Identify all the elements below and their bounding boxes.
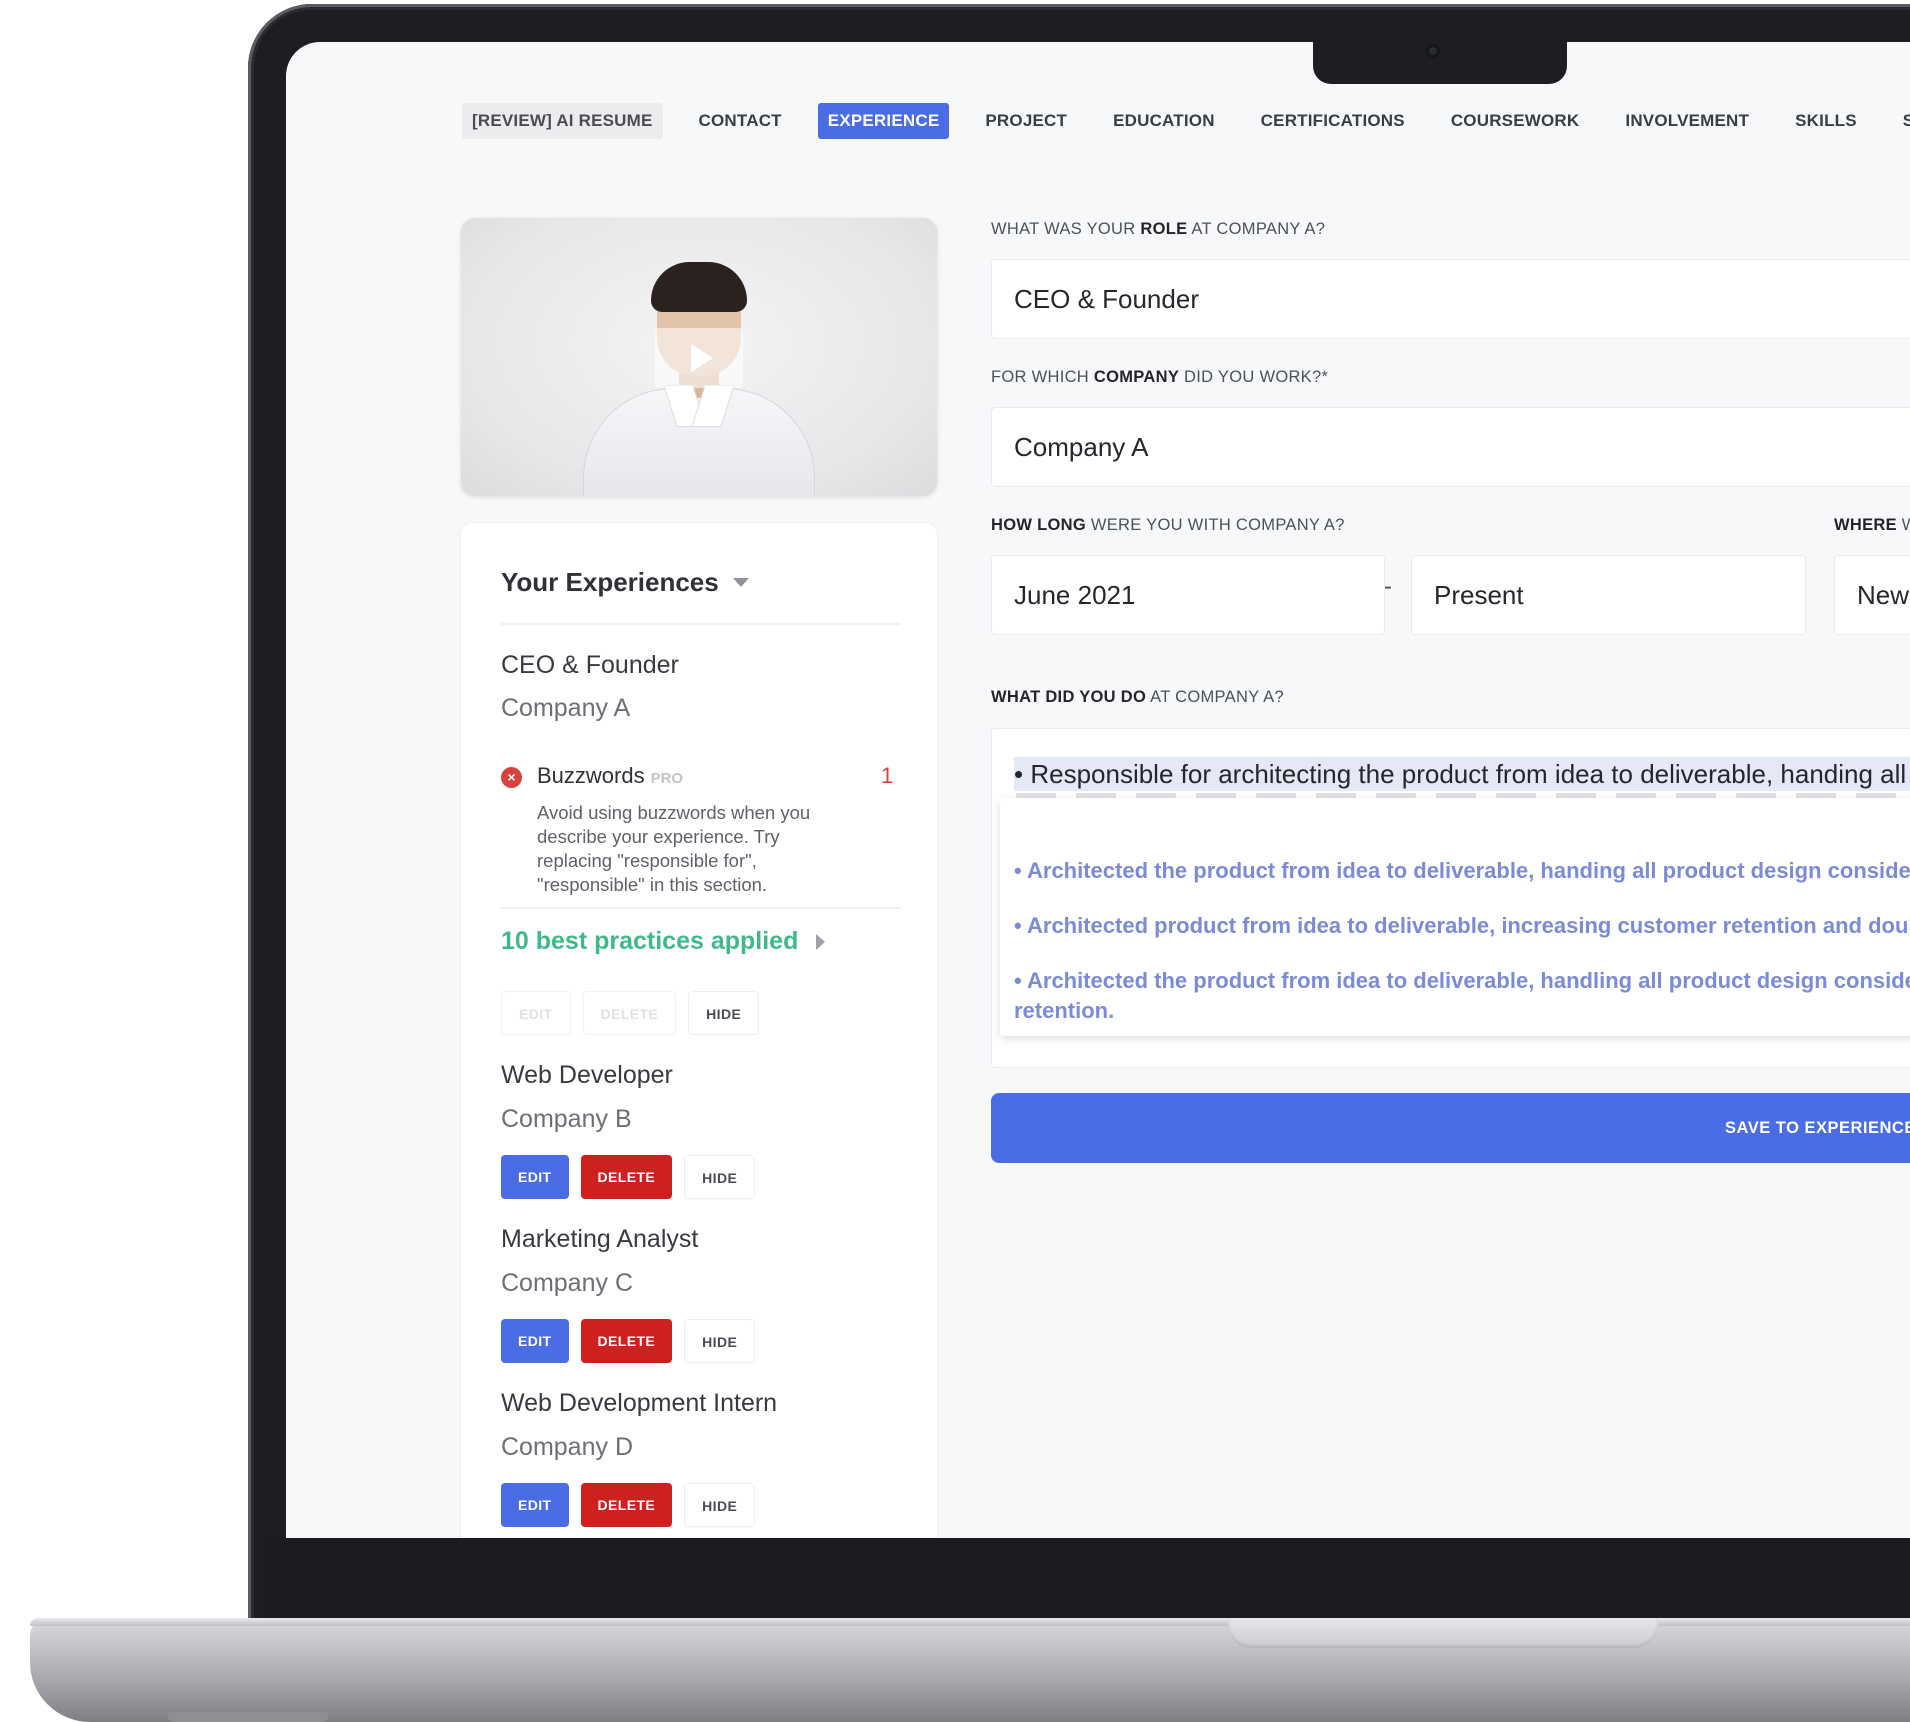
nav-tab-summary[interactable]: SUMMARY: [1893, 103, 1910, 139]
experiences-panel: Your Experiences CEO & Founder Company A…: [461, 523, 937, 1538]
company-label: FOR WHICH COMPANY DID YOU WORK?*: [991, 368, 1329, 386]
suggestion-option[interactable]: • Architected product from idea to deliv…: [1014, 911, 1910, 941]
experience-actions: EDIT DELETE HIDE: [501, 1155, 756, 1199]
laptop-foot: [168, 1712, 328, 1722]
location-input[interactable]: New: [1834, 555, 1910, 635]
suggestion-option[interactable]: • Architected the product from idea to d…: [1014, 856, 1910, 886]
location-label: WHERE W: [1834, 516, 1910, 534]
chevron-right-icon: [816, 933, 826, 950]
experience-title[interactable]: CEO & Founder: [501, 651, 679, 680]
edit-button[interactable]: EDIT: [501, 991, 571, 1035]
delete-button[interactable]: DELETE: [580, 1319, 673, 1363]
role-input[interactable]: CEO & Founder: [991, 259, 1910, 339]
presenter-hair: [651, 262, 747, 312]
best-practices-label: 10 best practices applied: [501, 927, 799, 955]
delete-button[interactable]: DELETE: [580, 1483, 673, 1527]
laptop-bezel: [262, 1538, 1910, 1618]
description-text: • Responsible for architecting the produ…: [1014, 759, 1910, 789]
suggestion-option[interactable]: • Architected the product from idea to d…: [1014, 966, 1910, 996]
buzzwords-title: Buzzwords: [537, 763, 645, 788]
company-input[interactable]: Company A: [991, 407, 1910, 487]
edit-button[interactable]: EDIT: [501, 1319, 569, 1363]
best-practices-toggle[interactable]: 10 best practices applied: [501, 927, 826, 956]
camera-icon: [1426, 44, 1440, 58]
experiences-header: Your Experiences: [501, 567, 719, 597]
play-icon: [691, 344, 713, 372]
experience-actions: EDIT DELETE HIDE: [501, 991, 760, 1035]
experience-company: Company C: [501, 1269, 633, 1297]
experiences-dropdown[interactable]: Your Experiences: [501, 567, 749, 598]
tutorial-video[interactable]: [461, 218, 937, 496]
experience-company: Company B: [501, 1105, 632, 1133]
suggestion-option-continued[interactable]: retention.: [1014, 996, 1114, 1026]
nav-tab-review[interactable]: [REVIEW] AI RESUME: [462, 103, 663, 139]
buzzwords-count: 1: [881, 763, 894, 788]
buzzwords-description: Avoid using buzzwords when you describe …: [537, 802, 811, 895]
nav-tab-skills[interactable]: SKILLS: [1785, 103, 1867, 139]
experience-company: Company D: [501, 1433, 633, 1461]
section-nav: [REVIEW] AI RESUME CONTACT EXPERIENCE PR…: [462, 103, 1910, 139]
error-icon: ×: [501, 767, 522, 788]
role-label: WHAT WAS YOUR ROLE AT COMPANY A?: [991, 220, 1326, 238]
nav-tab-experience[interactable]: EXPERIENCE: [817, 103, 950, 139]
nav-tab-coursework[interactable]: COURSEWORK: [1441, 103, 1590, 139]
nav-tab-project[interactable]: PROJECT: [975, 103, 1077, 139]
nav-tab-involvement[interactable]: INVOLVEMENT: [1615, 103, 1759, 139]
edit-button[interactable]: EDIT: [501, 1483, 569, 1527]
divider: [501, 907, 901, 909]
date-separator: -: [1384, 573, 1392, 600]
hide-button[interactable]: HIDE: [688, 991, 760, 1035]
end-date-input[interactable]: Present: [1411, 555, 1806, 635]
edit-button[interactable]: EDIT: [501, 1155, 569, 1199]
experience-actions: EDIT DELETE HIDE: [501, 1319, 756, 1363]
experience-title[interactable]: Web Development Intern: [501, 1389, 777, 1418]
laptop-opening-notch: [1228, 1618, 1658, 1648]
nav-tab-education[interactable]: EDUCATION: [1103, 103, 1225, 139]
start-date-input[interactable]: June 2021: [991, 555, 1385, 635]
experience-title[interactable]: Marketing Analyst: [501, 1225, 698, 1254]
camera-notch: [1313, 38, 1567, 84]
pro-badge: PRO: [650, 770, 684, 787]
experience-company: Company A: [501, 694, 631, 722]
buzzwords-check[interactable]: Buzzwords PRO: [537, 763, 683, 789]
save-experience-button[interactable]: SAVE TO EXPERIENCE I: [991, 1093, 1910, 1163]
description-label: WHAT DID YOU DO AT COMPANY A?: [991, 688, 1284, 706]
hide-button[interactable]: HIDE: [684, 1483, 756, 1527]
app-screen: [REVIEW] AI RESUME CONTACT EXPERIENCE PR…: [286, 42, 1910, 1538]
nav-tab-certifications[interactable]: CERTIFICATIONS: [1251, 103, 1415, 139]
experience-actions: EDIT DELETE HIDE: [501, 1483, 756, 1527]
hide-button[interactable]: HIDE: [684, 1155, 756, 1199]
delete-button[interactable]: DELETE: [582, 991, 677, 1035]
ai-suggestions-popover: • Architected the product from idea to d…: [1000, 798, 1910, 1036]
nav-tab-contact[interactable]: CONTACT: [689, 103, 792, 139]
chevron-down-icon: [732, 578, 749, 587]
duration-label: HOW LONG WERE YOU WITH COMPANY A?: [991, 516, 1345, 534]
experience-title[interactable]: Web Developer: [501, 1061, 673, 1090]
divider: [501, 623, 901, 625]
hide-button[interactable]: HIDE: [684, 1319, 756, 1363]
delete-button[interactable]: DELETE: [580, 1155, 673, 1199]
